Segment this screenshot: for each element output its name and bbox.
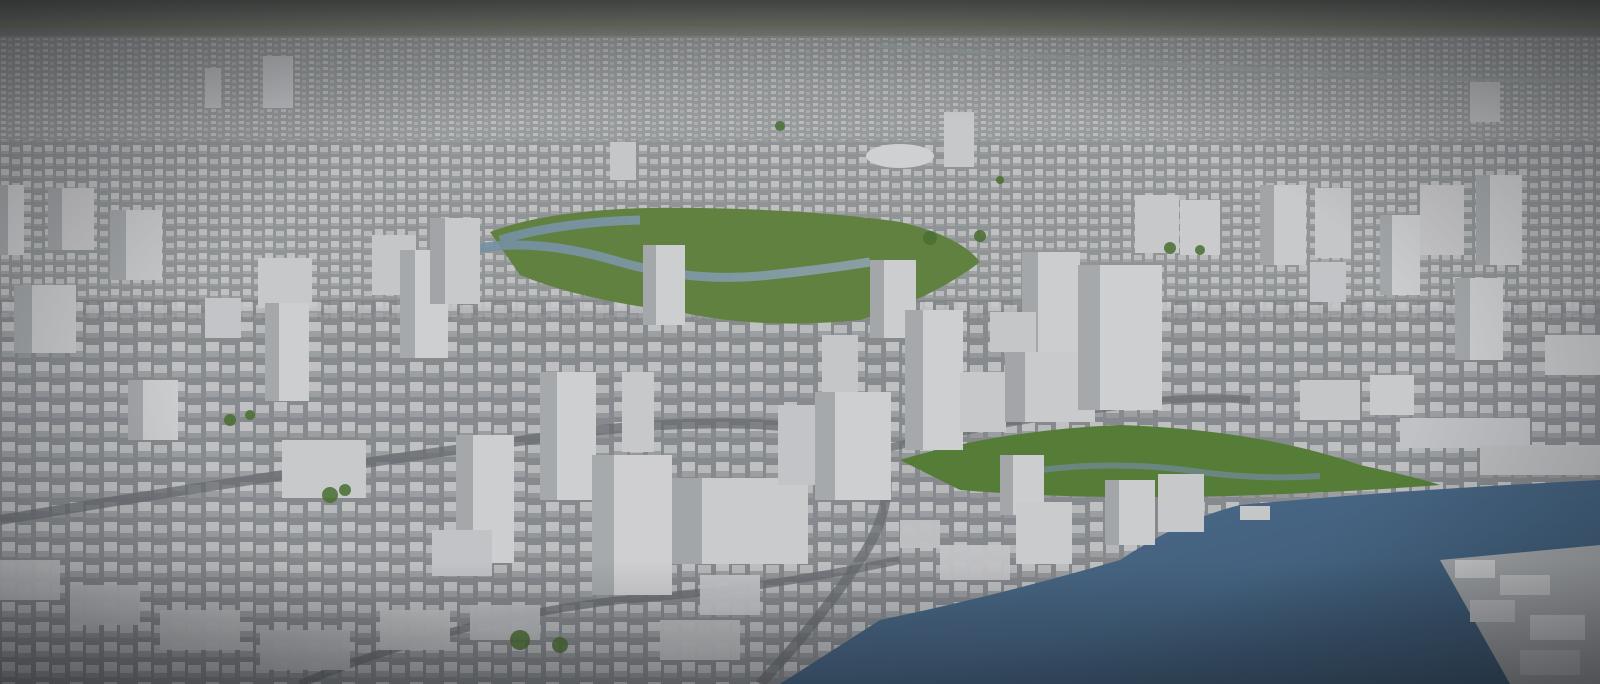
city-scene [0, 0, 1600, 684]
city-model-render [0, 0, 1600, 684]
